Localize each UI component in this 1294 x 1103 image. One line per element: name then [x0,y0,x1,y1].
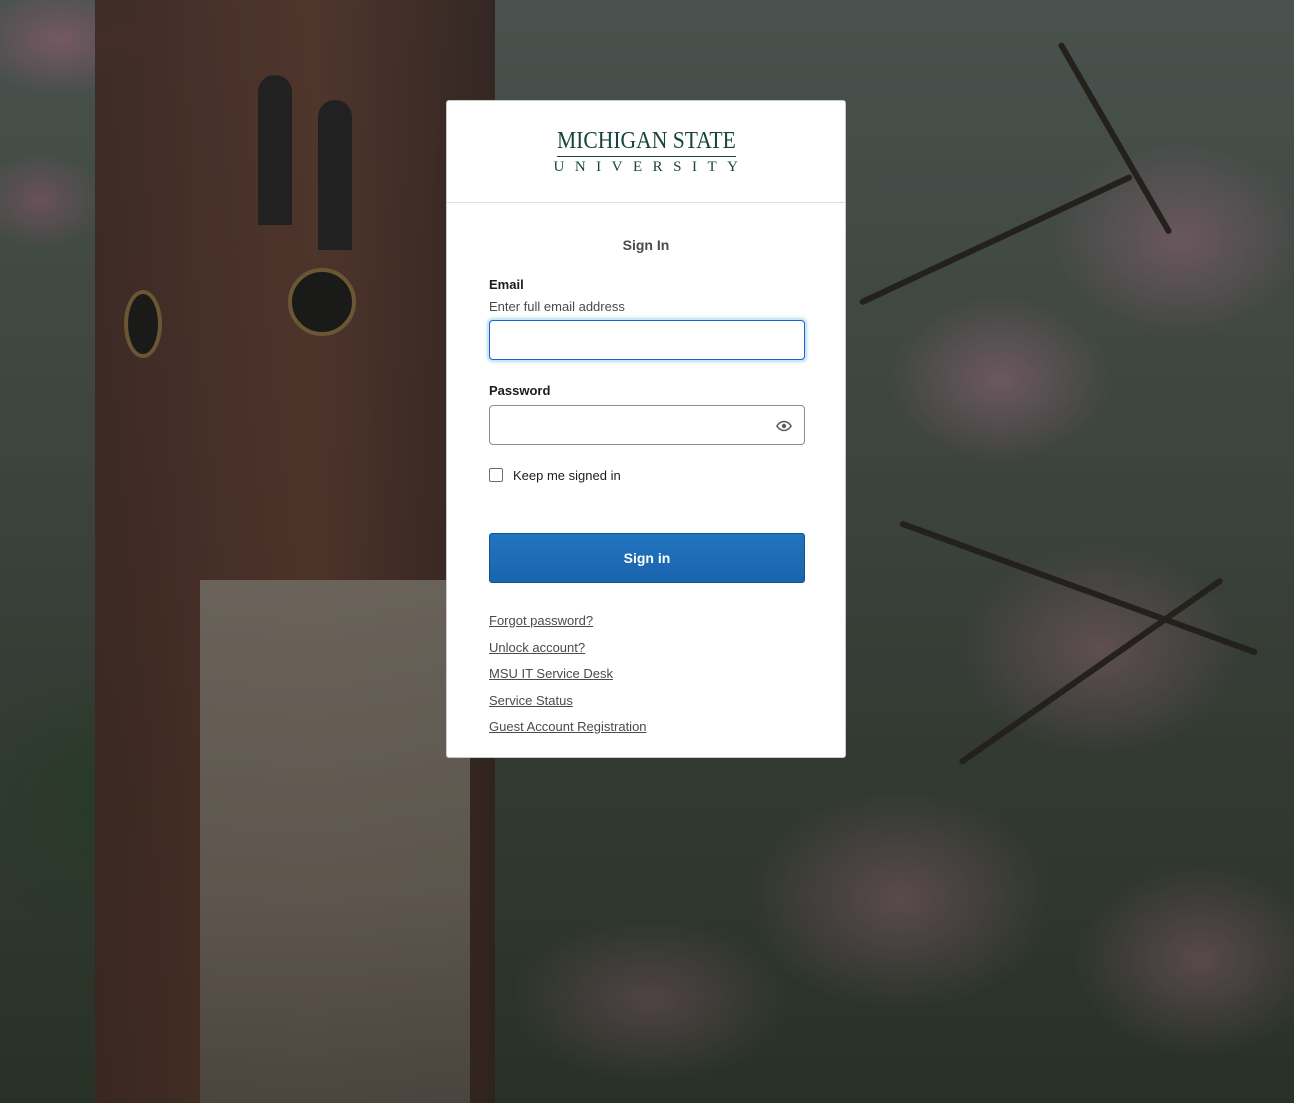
unlock-account-link[interactable]: Unlock account? [489,640,803,656]
logo-line-2: UNIVERSITY [553,158,749,175]
service-status-link[interactable]: Service Status [489,693,803,709]
guest-registration-link[interactable]: Guest Account Registration [489,719,803,735]
service-desk-link[interactable]: MSU IT Service Desk [489,666,803,682]
help-links: Forgot password? Unlock account? MSU IT … [489,613,803,735]
sign-in-button[interactable]: Sign in [489,533,805,583]
password-label: Password [489,383,551,398]
logo-line-1: MICHIGAN STATE [556,129,736,157]
sign-in-form: Sign In Email Enter full email address P… [447,237,845,735]
keep-signed-in-row[interactable]: Keep me signed in [489,467,803,483]
email-hint: Enter full email address [489,299,625,314]
keep-signed-in-label[interactable]: Keep me signed in [513,468,621,483]
card-header: MICHIGAN STATE UNIVERSITY [447,101,845,203]
password-field[interactable] [500,407,774,445]
page-title: Sign In [622,237,670,253]
email-label: Email [489,277,524,292]
sign-in-card: MICHIGAN STATE UNIVERSITY Sign In Email … [446,100,846,758]
forgot-password-link[interactable]: Forgot password? [489,613,803,629]
email-field[interactable] [500,322,774,360]
msu-logo: MICHIGAN STATE UNIVERSITY [547,129,746,175]
password-field-wrapper [489,405,805,445]
email-field-wrapper [489,320,805,360]
eye-icon[interactable] [776,419,792,432]
keep-signed-in-checkbox[interactable] [489,468,503,482]
